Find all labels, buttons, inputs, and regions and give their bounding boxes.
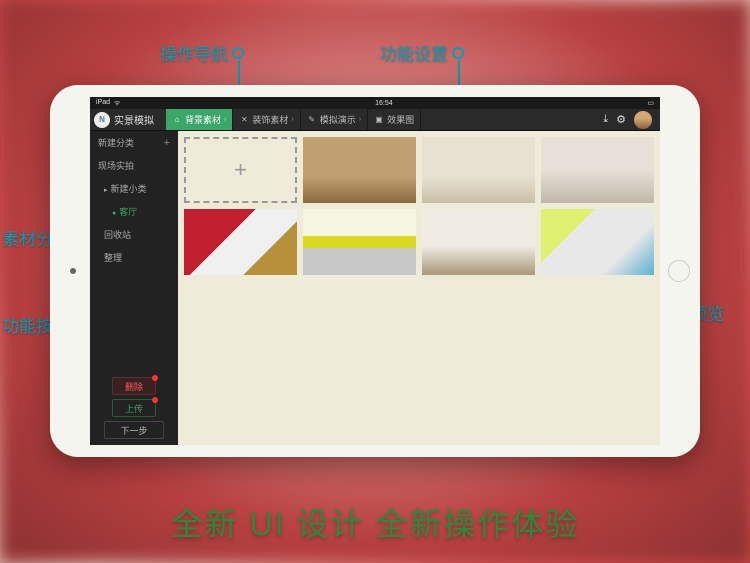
hero-tagline: 全新 UI 设计 全新操作体验 [0, 499, 750, 545]
settings-icon[interactable]: ⚙ [616, 113, 626, 126]
annotation-dot-icon [232, 47, 244, 59]
annotation-nav-label: 操作导航 [160, 40, 228, 65]
status-bar: iPad ᯤ 16:54 ▭ [90, 97, 660, 109]
wifi-icon: ᯤ [114, 99, 120, 108]
annotation-settings-label: 功能设置 [380, 40, 448, 65]
tab-background-material[interactable]: ⌂ 背景素材 › [166, 109, 233, 130]
upload-button[interactable]: 上传 [112, 399, 156, 417]
material-thumbnail[interactable] [303, 209, 416, 275]
chevron-right-icon: › [224, 116, 226, 123]
chevron-right-icon: › [291, 116, 293, 123]
header-right-actions: ⤓ ⚙ [603, 111, 652, 129]
tab-label: 背景素材 [185, 113, 221, 126]
app-title: 实景模拟 [114, 112, 154, 127]
tab-simulation[interactable]: ✎ 模拟演示 › [301, 109, 368, 130]
sidebar-item-label: 现场实拍 [98, 159, 134, 172]
home-button[interactable] [668, 260, 690, 282]
material-thumbnail[interactable] [303, 137, 416, 203]
status-time: 16:54 [375, 100, 393, 107]
sidebar-item-label: 整理 [104, 251, 122, 264]
tab-renderings[interactable]: ▣ 效果图 [368, 109, 421, 130]
bullet-icon: ● [112, 210, 116, 217]
image-icon: ▣ [374, 115, 384, 125]
add-material-button[interactable]: + [184, 137, 297, 203]
sidebar-item-new-subcategory[interactable]: ▸新建小类 [90, 177, 178, 200]
sidebar-item-label: 客厅 [119, 207, 137, 217]
tab-label: 装饰素材 [252, 113, 288, 126]
sidebar-item-realshoot[interactable]: 现场实拍 [90, 154, 178, 177]
user-avatar[interactable] [634, 111, 652, 129]
button-label: 下一步 [120, 424, 147, 437]
next-button[interactable]: 下一步 [104, 421, 164, 439]
camera-dot [70, 268, 76, 274]
delete-button[interactable]: 删除 [112, 377, 156, 395]
ipad-frame: iPad ᯤ 16:54 ▭ N 实景模拟 ⌂ 背景素材 › ✕ 装饰素材 [50, 85, 700, 457]
tab-label: 模拟演示 [320, 113, 356, 126]
app-logo[interactable]: N [94, 112, 110, 128]
sidebar-item-organize[interactable]: 整理 [90, 246, 178, 269]
sidebar-bottom-actions: 删除 上传 下一步 [90, 371, 178, 445]
material-thumbnail[interactable] [541, 209, 654, 275]
button-label: 删除 [125, 380, 143, 393]
material-thumbnail[interactable] [422, 209, 535, 275]
triangle-right-icon: ▸ [104, 187, 108, 194]
tab-bar: ⌂ 背景素材 › ✕ 装饰素材 › ✎ 模拟演示 › ▣ 效果图 [166, 109, 421, 130]
sidebar-item-livingroom[interactable]: ●客厅 [90, 200, 178, 223]
sidebar-item-label: 回收站 [104, 228, 131, 241]
pencil-icon: ✎ [307, 115, 317, 125]
tab-decor-material[interactable]: ✕ 装饰素材 › [233, 109, 300, 130]
sidebar-item-label: 新建分类 [98, 136, 134, 149]
material-thumbnail[interactable] [184, 209, 297, 275]
plus-icon[interactable]: + [164, 137, 170, 149]
annotation-settings: 功能设置 [380, 40, 464, 65]
annotation-dot-icon [452, 47, 464, 59]
app-body: 新建分类 + 现场实拍 ▸新建小类 ●客厅 回收站 整理 [90, 131, 660, 445]
chevron-right-icon: › [359, 116, 361, 123]
annotation-nav: 操作导航 [160, 40, 244, 65]
tab-label: 效果图 [387, 113, 414, 126]
sidebar-item-label: 新建小类 [111, 184, 147, 194]
tools-icon: ✕ [239, 115, 249, 125]
top-navigation: N 实景模拟 ⌂ 背景素材 › ✕ 装饰素材 › ✎ 模拟演示 › [90, 109, 660, 131]
notification-badge [152, 375, 158, 381]
home-icon: ⌂ [172, 115, 182, 125]
thumbnail-grid: + [178, 131, 660, 445]
notification-badge [152, 397, 158, 403]
material-thumbnail[interactable] [541, 137, 654, 203]
screen: iPad ᯤ 16:54 ▭ N 实景模拟 ⌂ 背景素材 › ✕ 装饰素材 [90, 97, 660, 445]
sidebar: 新建分类 + 现场实拍 ▸新建小类 ●客厅 回收站 整理 [90, 131, 178, 445]
button-label: 上传 [125, 402, 143, 415]
download-icon[interactable]: ⤓ [603, 113, 608, 126]
material-thumbnail[interactable] [422, 137, 535, 203]
sidebar-item-recycle[interactable]: 回收站 [90, 223, 178, 246]
status-carrier: iPad [96, 99, 110, 108]
sidebar-item-new-category[interactable]: 新建分类 + [90, 131, 178, 154]
battery-icon: ▭ [647, 99, 654, 107]
